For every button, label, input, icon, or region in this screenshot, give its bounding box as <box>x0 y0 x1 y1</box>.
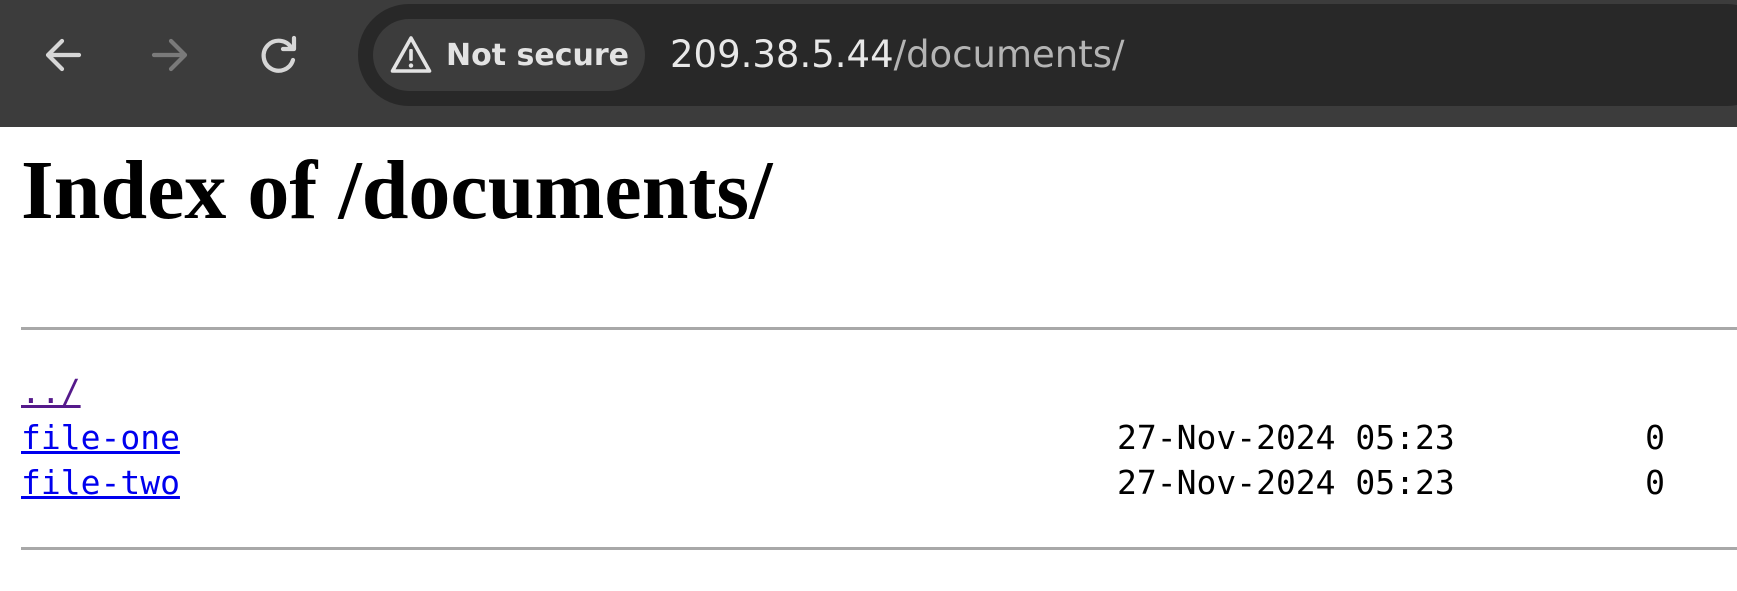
arrow-right-icon <box>151 38 188 72</box>
reload-button[interactable] <box>246 22 312 88</box>
file-link[interactable]: file-one <box>21 415 180 461</box>
file-modified: 27-Nov-2024 05:23 <box>1117 417 1455 457</box>
directory-listing: ../ file-one 27-Nov-2024 05:23 0 file-tw… <box>21 369 1721 506</box>
page-content: Index of /documents/ ../ file-one 27-Nov… <box>0 127 1737 591</box>
file-row: file-one 27-Nov-2024 05:23 0 <box>21 415 1721 461</box>
file-row: file-two 27-Nov-2024 05:23 0 <box>21 460 1721 506</box>
file-link[interactable]: file-two <box>21 460 180 506</box>
parent-directory-link[interactable]: ../ <box>21 369 81 415</box>
url-host: 209.38.5.44 <box>670 33 894 76</box>
reload-icon <box>261 35 297 73</box>
arrow-left-icon <box>45 38 82 72</box>
divider-top <box>21 327 1737 330</box>
warning-triangle-icon <box>390 36 432 73</box>
url-path: /documents/ <box>893 33 1125 76</box>
back-button[interactable] <box>30 22 96 88</box>
security-label: Not secure <box>446 37 629 73</box>
file-size: 0 <box>1645 463 1665 502</box>
url-text[interactable]: 209.38.5.44/documents/ <box>670 4 1125 106</box>
browser-toolbar: Not secure 209.38.5.44/documents/ <box>0 0 1737 127</box>
parent-directory-row: ../ <box>21 369 1721 415</box>
address-bar[interactable]: Not secure 209.38.5.44/documents/ <box>358 4 1737 106</box>
forward-button[interactable] <box>137 22 203 88</box>
file-size: 0 <box>1645 417 1665 457</box>
divider-bottom <box>21 547 1737 550</box>
security-indicator[interactable]: Not secure <box>373 19 645 91</box>
page-title: Index of /documents/ <box>21 144 773 237</box>
file-modified: 27-Nov-2024 05:23 <box>1117 463 1455 502</box>
